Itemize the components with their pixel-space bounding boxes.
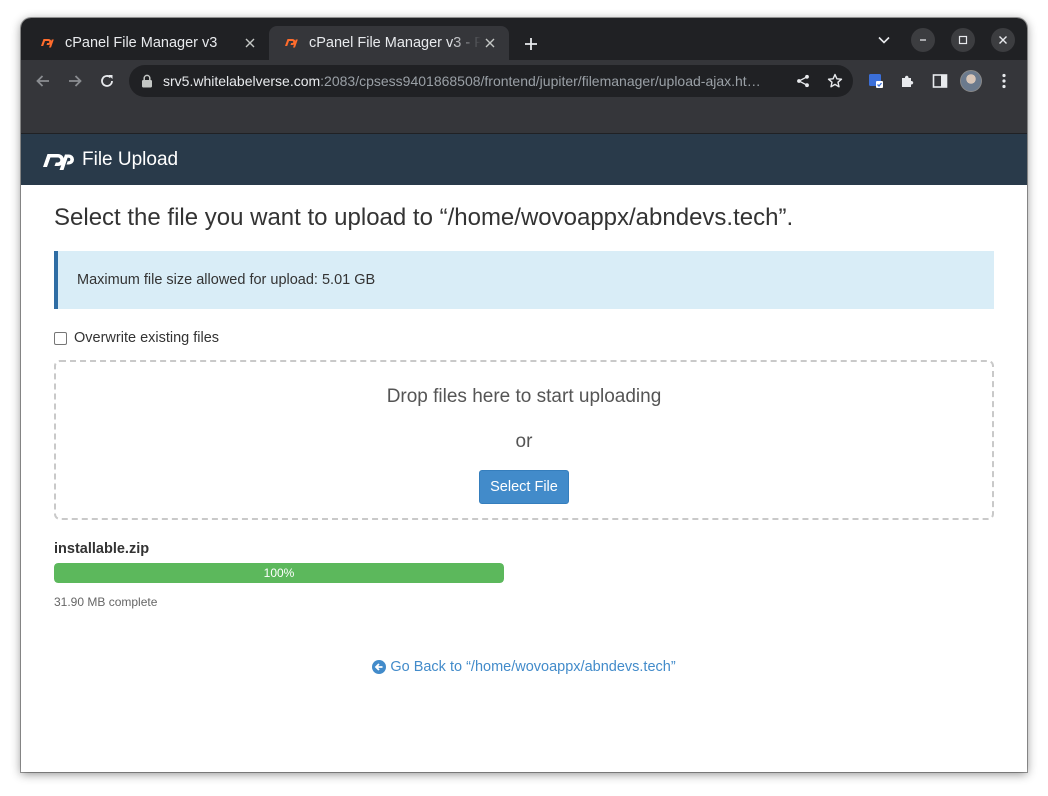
chevron-down-icon: [878, 36, 890, 44]
select-file-button[interactable]: Select File: [479, 470, 569, 504]
side-panel-button[interactable]: [928, 69, 952, 93]
or-text: or: [515, 431, 533, 452]
share-button[interactable]: [791, 69, 815, 93]
share-icon: [797, 74, 809, 88]
uploaded-file-name: installable.zip: [54, 541, 150, 557]
go-back-link[interactable]: Go Back to “/home/wovoappx/abndevs.tech”: [21, 659, 1027, 675]
side-panel-icon: [932, 74, 948, 88]
bookmark-star-button[interactable]: [823, 69, 847, 93]
go-back-text: Go Back to “/home/wovoappx/abndevs.tech”: [390, 659, 676, 675]
lock-icon: [142, 74, 152, 88]
browser-menu-button[interactable]: [992, 69, 1016, 93]
file-dropzone[interactable]: Drop files here to start uploading or Se…: [54, 360, 994, 520]
minimize-button[interactable]: [911, 28, 935, 52]
close-tab-icon[interactable]: [241, 34, 259, 52]
overwrite-label: Overwrite existing files: [74, 330, 220, 346]
close-window-button[interactable]: [991, 28, 1015, 52]
alert-text: Maximum file size allowed for upload: 5.…: [77, 272, 376, 288]
page-title: File Upload: [82, 148, 179, 170]
puzzle-icon: [902, 75, 914, 87]
tab-file-upload[interactable]: cPanel File Manager v3 - File Upload: [269, 26, 509, 60]
upload-progress-bar: 100%: [54, 563, 504, 583]
extension-button[interactable]: [864, 69, 888, 93]
maximize-icon: [958, 35, 968, 45]
browser-window: cPanel File Manager v3 cPanel File Manag…: [21, 18, 1027, 772]
browser-toolbar: srv5.whitelabelverse.com:2083/cpsess9401…: [21, 60, 1027, 102]
tab-title: cPanel File Manager v3 - File Upload: [309, 35, 481, 51]
address-bar[interactable]: srv5.whitelabelverse.com:2083/cpsess9401…: [129, 65, 853, 97]
url-text: srv5.whitelabelverse.com:2083/cpsess9401…: [163, 73, 761, 89]
cpanel-header: File Upload: [21, 134, 1027, 185]
arrow-circle-left-icon: [372, 660, 387, 674]
plus-icon: [525, 38, 537, 50]
overwrite-option[interactable]: Overwrite existing files: [54, 330, 219, 346]
reload-icon: [101, 75, 113, 87]
drop-text: Drop files here to start uploading: [386, 386, 662, 407]
minimize-icon: [920, 39, 926, 41]
profile-avatar[interactable]: [960, 70, 982, 92]
upload-progress: 100%: [54, 563, 504, 583]
forward-button[interactable]: [63, 69, 87, 93]
tab-title: cPanel File Manager v3: [65, 35, 218, 51]
tab-file-manager[interactable]: cPanel File Manager v3: [25, 26, 270, 60]
cpanel-favicon-icon: [41, 39, 54, 48]
reload-button[interactable]: [95, 69, 119, 93]
back-button[interactable]: [31, 69, 55, 93]
upload-heading: Select the file you want to upload to “/…: [54, 204, 794, 231]
new-tab-button[interactable]: [519, 32, 543, 56]
extension-shield-icon: [869, 74, 883, 88]
more-vertical-icon: [1002, 73, 1006, 89]
star-icon: [827, 73, 843, 88]
bookmark-bar: [21, 102, 1027, 134]
tab-search-button[interactable]: [872, 28, 896, 52]
tab-strip: cPanel File Manager v3 cPanel File Manag…: [21, 18, 1027, 60]
cpanel-logo-icon: [43, 153, 74, 170]
upload-content: Select the file you want to upload to “/…: [21, 185, 1027, 772]
overwrite-checkbox[interactable]: [54, 331, 67, 345]
close-icon: [999, 36, 1007, 44]
arrow-right-icon: [69, 75, 82, 87]
upload-status: 31.90 MB complete: [54, 595, 158, 609]
close-tab-icon[interactable]: [481, 34, 499, 52]
extensions-menu-button[interactable]: [896, 69, 920, 93]
max-size-alert: Maximum file size allowed for upload: 5.…: [54, 251, 994, 309]
cpanel-favicon-icon: [285, 39, 298, 48]
arrow-left-icon: [36, 75, 49, 87]
maximize-button[interactable]: [951, 28, 975, 52]
